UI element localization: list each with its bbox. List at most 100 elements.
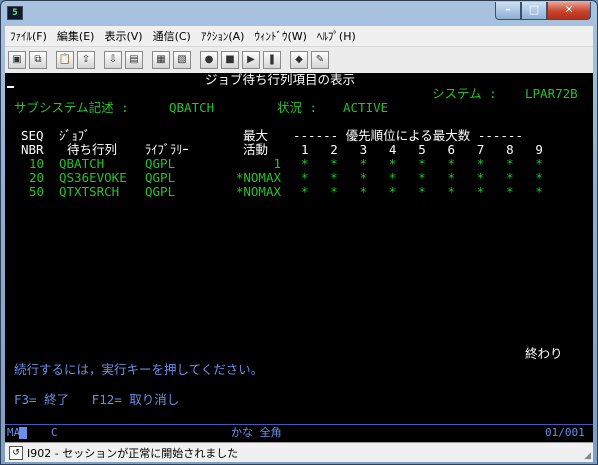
message-bar: ↺ I902 - セッションが正常に開始されました ◢ bbox=[5, 442, 593, 462]
priority-max: * bbox=[506, 170, 514, 185]
priority-max: * bbox=[506, 184, 514, 199]
library-name: QGPL bbox=[145, 170, 176, 185]
macro-icon[interactable]: ▧ bbox=[173, 51, 191, 69]
system-label: システム : bbox=[432, 86, 497, 101]
message-text: I902 - セッションが正常に開始されました bbox=[27, 447, 239, 460]
priority-max: * bbox=[476, 156, 485, 171]
minimize-button[interactable]: – bbox=[495, 2, 521, 20]
paste-icon[interactable]: 📋 bbox=[56, 51, 74, 69]
pause-macro-icon[interactable]: ❚ bbox=[263, 51, 281, 69]
terminal-icon[interactable]: 5 bbox=[7, 6, 23, 20]
continue-prompt: 続行するには，実行キーを押してください。 bbox=[14, 362, 264, 377]
resize-grip-icon[interactable]: ◢ bbox=[584, 451, 591, 461]
queue-name: QS36EVOKE bbox=[59, 170, 127, 185]
header-priority: ------ 優先順位による最大数 ------ bbox=[293, 128, 523, 143]
library-name: QGPL bbox=[145, 184, 176, 199]
priority-max: * bbox=[388, 156, 397, 171]
copy-icon[interactable]: ⧉ bbox=[29, 51, 47, 69]
seq-number: 20 bbox=[29, 170, 45, 185]
header-active: 活動 bbox=[243, 142, 269, 157]
library-name: QGPL bbox=[145, 156, 176, 171]
status-value: ACTIVE bbox=[343, 100, 389, 115]
priority-max: * bbox=[330, 156, 338, 171]
seq-number: 10 bbox=[29, 156, 45, 171]
priority-max: * bbox=[476, 184, 485, 199]
priority-max: * bbox=[301, 156, 309, 171]
priority-max: * bbox=[476, 170, 485, 185]
priority-max: * bbox=[535, 156, 543, 171]
menu-bar: ﾌｧｲﾙ(F) 編集(E) 表示(V) 通信(C) ｱｸｼｮﾝ(A) ｳｨﾝﾄﾞ… bbox=[5, 26, 593, 47]
priority-number: 5 bbox=[418, 142, 426, 157]
priority-max: * bbox=[447, 156, 456, 171]
status-label: 状況 : bbox=[277, 100, 318, 115]
menu-action[interactable]: ｱｸｼｮﾝ(A) bbox=[196, 28, 250, 44]
maximize-button[interactable]: □ bbox=[521, 2, 547, 20]
priority-max: * bbox=[359, 184, 368, 199]
close-button[interactable]: ✕ bbox=[547, 2, 591, 20]
operator-info-area: MA C かな 全角 01/001 bbox=[5, 424, 593, 442]
keyboard-map-icon[interactable]: ▦ bbox=[152, 51, 170, 69]
terminal-screen[interactable]: ジョブ待ち行列項目の表示 システム : LPAR72B サブシステム記述 : Q… bbox=[5, 73, 593, 424]
display-icon[interactable]: ▤ bbox=[125, 51, 143, 69]
menu-view[interactable]: 表示(V) bbox=[99, 28, 147, 44]
end-indicator: 終わり bbox=[525, 346, 563, 361]
priority-number: 4 bbox=[388, 142, 397, 157]
menu-communication[interactable]: 通信(C) bbox=[148, 28, 196, 44]
input-mode: かな 全角 bbox=[231, 426, 282, 439]
priority-number: 9 bbox=[535, 142, 543, 157]
menu-file[interactable]: ﾌｧｲﾙ(F) bbox=[5, 28, 52, 44]
queue-name: QTXTSRCH bbox=[59, 184, 120, 199]
priority-number: 6 bbox=[447, 142, 456, 157]
header-library: ﾗｲﾌﾞﾗﾘｰ bbox=[145, 142, 189, 157]
priority-number: 1 bbox=[301, 142, 309, 157]
max-active: *NOMAX bbox=[235, 170, 281, 185]
priority-max: * bbox=[535, 170, 543, 185]
header-nbr: NBR bbox=[21, 142, 44, 157]
stop-macro-icon[interactable]: ■ bbox=[221, 51, 239, 69]
priority-max: * bbox=[418, 156, 426, 171]
menu-help[interactable]: ﾍﾙﾌﾟ(H) bbox=[312, 28, 361, 44]
max-active: *NOMAX bbox=[235, 184, 281, 199]
queue-name: QBATCH bbox=[59, 156, 105, 171]
print-screen-icon[interactable]: ▣ bbox=[8, 51, 26, 69]
priority-max: * bbox=[359, 170, 368, 185]
color-map-icon[interactable]: ◆ bbox=[290, 51, 308, 69]
cursor-position: 01/001 bbox=[545, 426, 585, 439]
c-indicator: C bbox=[51, 426, 58, 439]
toolbar: ▣ ⧉ 📋 ⇪ ⇩ ▤ ▦ ▧ ● ■ ▶ ❚ ◆ ✎ bbox=[5, 47, 593, 74]
max-active: 1 bbox=[273, 156, 281, 171]
subsystem-value: QBATCH bbox=[169, 100, 215, 115]
priority-max: * bbox=[447, 170, 456, 185]
priority-max: * bbox=[535, 184, 543, 199]
text-cursor bbox=[7, 86, 14, 88]
session-icon: ↺ bbox=[9, 446, 23, 460]
title-bar[interactable]: 5 – □ ✕ bbox=[1, 1, 597, 25]
header-max: 最大 bbox=[243, 128, 269, 143]
priority-max: * bbox=[330, 184, 338, 199]
priority-number: 8 bbox=[506, 142, 514, 157]
priority-max: * bbox=[301, 170, 309, 185]
ma-cursor-block bbox=[19, 427, 27, 439]
header-seq: SEQ bbox=[21, 128, 44, 143]
send-file-icon[interactable]: ⇪ bbox=[77, 51, 95, 69]
function-keys[interactable]: F3= 終了 F12= 取り消し bbox=[14, 393, 179, 407]
play-macro-icon[interactable]: ▶ bbox=[242, 51, 260, 69]
edit-icon[interactable]: ✎ bbox=[311, 51, 329, 69]
priority-max: * bbox=[388, 170, 397, 185]
priority-max: * bbox=[359, 156, 368, 171]
subsystem-label: サブシステム記述 : bbox=[14, 100, 129, 115]
priority-number: 2 bbox=[330, 142, 338, 157]
priority-max: * bbox=[388, 184, 397, 199]
record-macro-icon[interactable]: ● bbox=[200, 51, 218, 69]
priority-number: 7 bbox=[476, 142, 485, 157]
receive-file-icon[interactable]: ⇩ bbox=[104, 51, 122, 69]
priority-max: * bbox=[418, 184, 426, 199]
menu-edit[interactable]: 編集(E) bbox=[52, 28, 100, 44]
priority-max: * bbox=[506, 156, 514, 171]
menu-window[interactable]: ｳｨﾝﾄﾞｳ(W) bbox=[249, 28, 311, 44]
header-queue: 待ち行列 bbox=[67, 142, 118, 157]
priority-max: * bbox=[330, 170, 338, 185]
emulator-window: 5 – □ ✕ ﾌｧｲﾙ(F) 編集(E) 表示(V) 通信(C) ｱｸｼｮﾝ(… bbox=[0, 0, 598, 465]
header-job: ｼﾞｮﾌﾞ bbox=[59, 128, 91, 143]
priority-max: * bbox=[418, 170, 426, 185]
